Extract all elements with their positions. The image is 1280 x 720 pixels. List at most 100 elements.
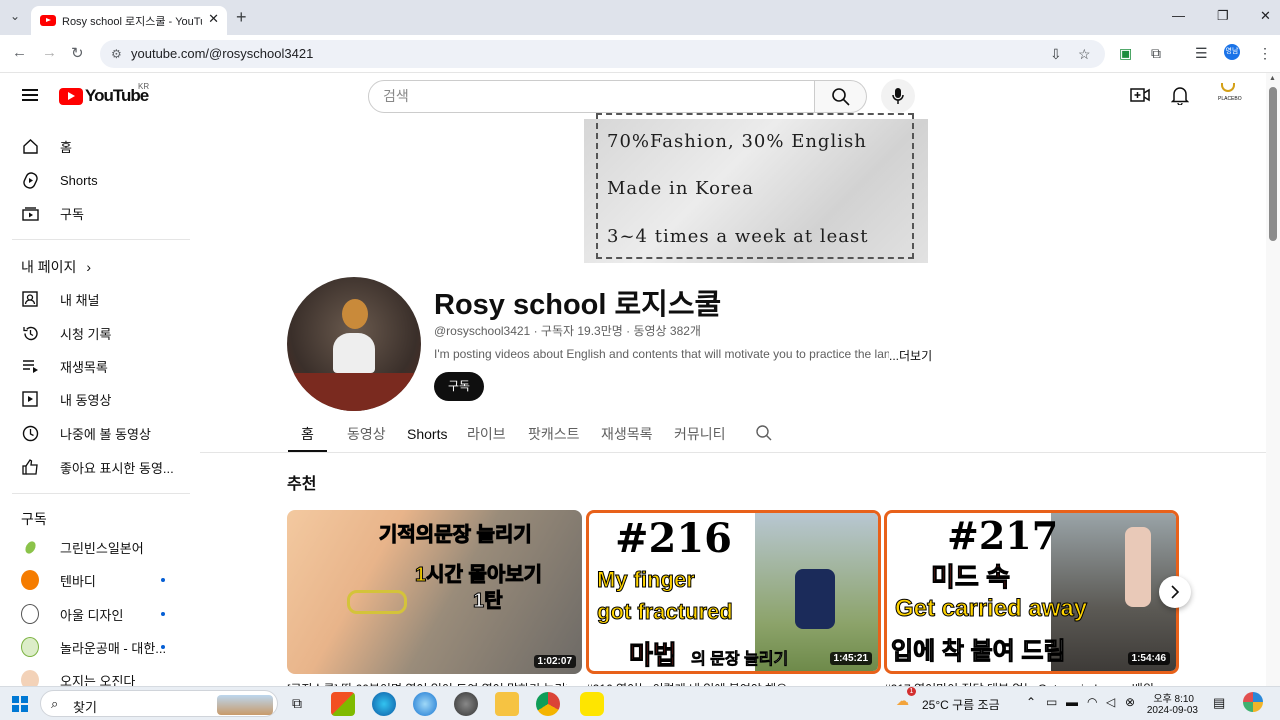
sidebar-item-liked-videos[interactable]: 좋아요 표시한 동영... [21,450,174,484]
video-thumbnail[interactable]: 기적의문장 늘리기 1시간 몰아보기 1탄 1:02:07 [287,510,582,674]
maximize-button[interactable]: ❐ [1217,8,1229,24]
taskbar-search-box[interactable]: ⌕ 찾기 [40,690,278,717]
sidebar-item-label: 시청 기록 [60,326,112,342]
account-avatar[interactable]: PLACEBO [1218,83,1242,105]
sidebar-item-watch-later[interactable]: 나중에 볼 동영상 [21,416,151,450]
thumbnail-text: #216 [615,515,733,562]
scroll-up-arrow-icon[interactable]: ▲ [1269,75,1276,82]
reading-list-icon[interactable]: ☰ [1195,45,1208,62]
carousel-next-button[interactable] [1159,576,1191,608]
bookmark-star-icon[interactable]: ☆ [1078,40,1091,68]
video-thumbnail[interactable]: #216 My finger got fractured 마법 의 문장 늘리기… [586,510,881,674]
notification-center-icon[interactable]: ▤ [1213,695,1225,711]
tray-chevron-icon[interactable]: ⌃ [1026,695,1036,709]
subscriptions-heading: 구독 [21,511,47,527]
shorts-icon [21,171,39,189]
banner-line-3: 3~4 times a week at least [607,226,869,247]
page-scrollbar[interactable]: ▲ [1266,73,1280,686]
weather-text[interactable]: 25°C 구름 조금 [922,696,1000,713]
my-page-heading-text: 내 페이지 [21,259,77,275]
sidebar-item-my-channel[interactable]: 내 채널 [21,282,100,316]
address-bar[interactable]: ⚙ youtube.com/@rosyschool3421 ⇩ ☆ [100,40,1105,68]
sidebar-item-subscriptions[interactable]: 구독 [21,196,84,230]
taskbar-search-label: 찾기 [73,700,97,715]
video-duration: 1:02:07 [533,655,576,668]
subscription-item[interactable]: 오지는 오진다 [21,663,135,686]
back-arrow-icon[interactable]: ← [12,44,27,61]
chevron-right-icon [1171,585,1180,599]
window-close-button[interactable]: ✕ [1260,8,1271,24]
subscription-item[interactable]: 놀라운공매 - 대한... [21,630,166,664]
sidebar-item-my-videos[interactable]: 내 동영상 [21,382,111,416]
chrome-menu-icon[interactable]: ⋮ [1258,45,1272,62]
more-link[interactable]: ...더보기 [889,347,932,364]
subscription-item[interactable]: 텐바디 [21,563,96,597]
tab-playlists[interactable]: 재생목록 [601,424,653,444]
tab-community[interactable]: 커뮤니티 [674,424,726,444]
clock-time[interactable]: 오후 8:10 [1148,690,1194,705]
minimize-button[interactable]: — [1172,8,1185,23]
region-code: KR [138,82,150,91]
home-icon [21,137,39,155]
avatar-figure-skirt [333,333,375,373]
file-explorer-icon[interactable] [495,692,519,716]
subscribe-button[interactable]: 구독 [434,372,484,401]
tab-podcasts[interactable]: 팟캐스트 [528,424,580,444]
new-tab-button[interactable]: + [236,7,247,28]
scrollbar-thumb[interactable] [1269,87,1277,241]
banner-line-2: Made in Korea [607,178,754,199]
tab-shorts[interactable]: Shorts [407,426,447,442]
subscription-item[interactable]: 그린빈스일본어 [21,530,144,564]
no-network-icon[interactable]: ⊗ [1125,695,1135,709]
my-page-heading[interactable]: 내 페이지 › [21,257,91,277]
create-video-icon[interactable] [1130,86,1150,104]
speaker-icon[interactable]: ◁ [1106,695,1115,709]
wifi-icon[interactable]: ◠ [1087,695,1097,709]
notifications-bell-icon[interactable] [1171,86,1189,105]
battery-icon[interactable]: ▬ [1066,695,1078,709]
browser-profile-avatar[interactable]: 영남 [1224,44,1240,60]
copilot-icon[interactable] [1243,692,1263,712]
my-videos-icon [21,390,39,408]
clock-date[interactable]: 2024-09-03 [1140,705,1198,716]
store-app-icon[interactable] [331,692,355,716]
sidebar-item-history[interactable]: 시청 기록 [21,316,111,350]
sidebar-item-label: 좋아요 표시한 동영... [60,460,174,476]
sidebar-item-playlists[interactable]: 재생목록 [21,349,108,383]
video-duration: 1:45:21 [829,652,872,665]
sidebar-item-home[interactable]: 홈 [21,129,72,163]
kakaotalk-icon[interactable] [580,692,604,716]
extension-icon[interactable]: ▣ [1119,45,1132,62]
edge-browser-icon[interactable] [372,692,396,716]
tab-home[interactable]: 홈 [301,424,314,444]
youtube-logo[interactable]: YouTube [59,86,149,106]
tab-close-button[interactable]: ✕ [208,11,219,27]
site-info-icon[interactable]: ⚙ [111,40,122,68]
channel-search-icon[interactable] [755,424,773,442]
chrome-browser-icon[interactable] [536,692,560,716]
browser-tab[interactable]: Rosy school 로지스쿨 - YouTube ✕ [31,6,227,35]
tab-videos[interactable]: 동영상 [347,424,386,444]
install-icon[interactable]: ⇩ [1050,40,1062,68]
tray-app-icon[interactable]: ▭ [1046,695,1057,709]
sidebar-item-shorts[interactable]: Shorts [21,163,98,197]
search-button[interactable] [815,80,867,113]
voice-search-button[interactable] [881,79,915,113]
browser-toolbar: ← → ↻ ⚙ youtube.com/@rosyschool3421 ⇩ ☆ … [0,35,1280,73]
search-input[interactable]: 검색 [368,80,815,113]
subscription-item[interactable]: 아울 디자인 [21,597,123,631]
video-thumbnail[interactable]: #217 미드 속 Get carried away 입에 착 붙여 드림 1:… [884,510,1179,674]
windows-start-icon[interactable] [12,696,28,712]
extensions-puzzle-icon[interactable]: ⧉ [1151,45,1161,62]
hamburger-menu-icon[interactable] [22,89,38,104]
app-icon[interactable] [454,692,478,716]
internet-explorer-icon[interactable] [413,692,437,716]
tab-search-icon[interactable]: ⌄ [10,9,20,23]
forward-arrow-icon[interactable]: → [42,44,57,61]
channel-description[interactable]: I'm posting videos about English and con… [434,347,889,361]
tab-live[interactable]: 라이브 [467,424,506,444]
task-view-icon[interactable]: ⧉ [292,695,302,712]
thumbs-up-icon [21,458,39,476]
reload-icon[interactable]: ↻ [71,44,84,62]
url-text: youtube.com/@rosyschool3421 [131,46,314,61]
